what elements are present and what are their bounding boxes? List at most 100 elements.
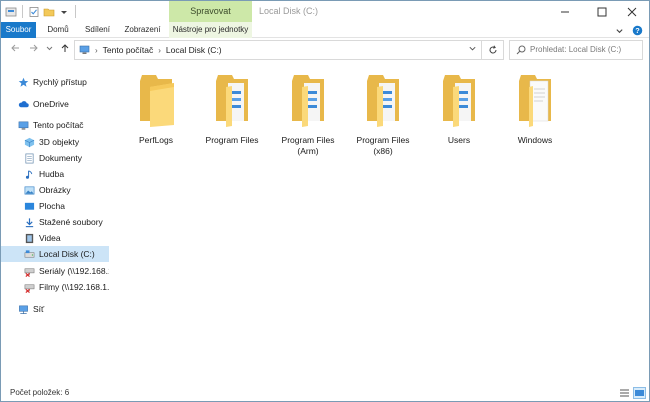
folder-with-files-icon: [216, 75, 248, 127]
refresh-button[interactable]: [482, 40, 504, 60]
maximize-button[interactable]: [585, 1, 619, 22]
maximize-icon: [597, 7, 607, 16]
sidebar-item-network[interactable]: Síť: [1, 301, 109, 317]
search-input[interactable]: Prohledat: Local Disk (C:): [509, 40, 643, 60]
minimize-button[interactable]: [548, 1, 582, 22]
quick-access-toolbar: [5, 4, 78, 19]
toolbar-divider: [22, 5, 23, 18]
star-icon: [18, 77, 29, 87]
item-count: Počet položek: 6: [10, 388, 70, 397]
folder-with-files-icon: [292, 75, 324, 127]
large-icons-view-button[interactable]: [633, 387, 646, 399]
address-row: › Tento počítač › Local Disk (C:) Prohle…: [1, 38, 649, 62]
title-bar: Spravovat Local Disk (C:): [1, 1, 649, 22]
sidebar-item-desktop[interactable]: Plocha: [1, 198, 109, 214]
drive-app-icon[interactable]: [5, 6, 17, 18]
document-icon: [25, 153, 34, 163]
folder-item-program-files-arm[interactable]: Program Files (Arm): [275, 71, 341, 157]
sidebar-item-label: Hudba: [39, 169, 65, 179]
breadcrumb-separator-icon: ›: [158, 45, 161, 55]
tab-home[interactable]: Domů: [42, 22, 74, 38]
file-list: PerfLogs Program Files Program Files (Ar…: [119, 63, 639, 383]
sidebar-item-network-drive-movies[interactable]: Filmy (\\192.168.1.3: [1, 279, 109, 295]
sidebar-item-downloads[interactable]: Stažené soubory: [1, 214, 109, 230]
sidebar-item-videos[interactable]: Videa: [1, 230, 109, 246]
sidebar-item-3d-objects[interactable]: 3D objekty: [1, 134, 109, 150]
sidebar-item-music[interactable]: Hudba: [1, 166, 109, 182]
properties-icon[interactable]: [28, 6, 40, 18]
search-placeholder: Prohledat: Local Disk (C:): [530, 45, 622, 54]
qat-dropdown-icon[interactable]: [58, 6, 70, 18]
breadcrumb-this-pc[interactable]: Tento počítač: [103, 45, 154, 55]
sidebar-item-label: Filmy (\\192.168.1.3: [39, 282, 109, 292]
folder-item-program-files-x86[interactable]: Program Files (x86): [350, 71, 416, 157]
drive-icon: [24, 249, 35, 258]
cube-icon: [24, 137, 35, 147]
folder-item-program-files[interactable]: Program Files: [199, 71, 265, 146]
folder-with-documents-icon: [519, 75, 551, 127]
sidebar-item-quick-access[interactable]: Rychlý přístup: [1, 74, 109, 90]
cloud-icon: [18, 100, 29, 107]
sidebar-item-label: OneDrive: [33, 99, 69, 109]
tab-file[interactable]: Soubor: [1, 22, 36, 38]
address-bar[interactable]: › Tento počítač › Local Disk (C:): [74, 40, 482, 60]
chevron-down-icon: [46, 46, 52, 51]
tab-view[interactable]: Zobrazení: [120, 22, 165, 38]
explorer-window: Spravovat Local Disk (C:) Soubor Domů Sd…: [0, 0, 650, 402]
close-icon: [627, 7, 637, 16]
computer-icon: [79, 45, 90, 54]
network-icon: [19, 305, 28, 314]
sidebar-item-label: Dokumenty: [39, 153, 82, 163]
sidebar-item-network-drive-series[interactable]: Seriály (\\192.168.1.: [1, 263, 109, 279]
sidebar-item-this-pc[interactable]: Tento počítač: [1, 117, 109, 133]
arrow-right-icon: [30, 44, 38, 52]
details-view-icon: [620, 389, 629, 397]
help-icon[interactable]: ?: [632, 25, 643, 36]
empty-folder-icon: [140, 75, 174, 127]
folder-label: PerfLogs: [138, 135, 174, 145]
folder-item-perflogs[interactable]: PerfLogs: [123, 71, 189, 146]
status-bar: Počet položek: 6: [1, 385, 649, 401]
tab-drive-tools[interactable]: Nástroje pro jednotky: [169, 22, 252, 38]
large-icons-view-icon: [635, 390, 644, 396]
breadcrumb-local-disk[interactable]: Local Disk (C:): [166, 45, 222, 55]
arrow-left-icon: [11, 44, 19, 52]
folder-label: Windows: [517, 135, 553, 145]
computer-icon: [18, 121, 29, 130]
sidebar-item-local-disk[interactable]: Local Disk (C:): [1, 246, 109, 262]
recent-locations-button[interactable]: [45, 43, 53, 57]
breadcrumb-separator-icon: ›: [95, 45, 98, 55]
sidebar-item-pictures[interactable]: Obrázky: [1, 182, 109, 198]
folder-item-users[interactable]: Users: [426, 71, 492, 146]
folder-with-files-icon: [367, 75, 399, 127]
breadcrumb: › Tento počítač › Local Disk (C:): [79, 41, 222, 59]
back-button[interactable]: [9, 43, 21, 57]
svg-text:?: ?: [635, 25, 640, 34]
new-folder-icon[interactable]: [43, 6, 55, 18]
network-drive-disconnected-icon: [24, 283, 35, 293]
sidebar-item-label: Obrázky: [39, 185, 71, 195]
folder-label: Program Files: [205, 135, 259, 145]
minimize-icon: [561, 11, 569, 12]
refresh-icon: [489, 45, 496, 54]
navigation-pane: Rychlý přístup OneDrive Tento počítač 3D…: [1, 63, 109, 383]
address-dropdown-icon[interactable]: [468, 44, 477, 53]
tab-share[interactable]: Sdílení: [80, 22, 115, 38]
forward-button[interactable]: [28, 43, 40, 57]
up-button[interactable]: [59, 43, 71, 57]
download-icon: [25, 217, 34, 227]
details-view-button[interactable]: [618, 387, 631, 399]
toolbar-divider: [75, 5, 76, 18]
sidebar-item-onedrive[interactable]: OneDrive: [1, 96, 109, 112]
folder-label: Users: [447, 135, 471, 145]
close-button[interactable]: [615, 1, 649, 22]
context-tab-manage[interactable]: Spravovat: [169, 1, 252, 22]
folder-label: Program Files (x86): [356, 135, 410, 156]
ribbon-tab-bar: Soubor Domů Sdílení Zobrazení Nástroje p…: [1, 22, 649, 38]
folder-with-files-icon: [443, 75, 475, 127]
ribbon-controls: ?: [615, 24, 643, 36]
expand-ribbon-icon[interactable]: [615, 26, 624, 35]
sidebar-item-label: Rychlý přístup: [33, 77, 87, 87]
sidebar-item-documents[interactable]: Dokumenty: [1, 150, 109, 166]
folder-item-windows[interactable]: Windows: [502, 71, 568, 146]
